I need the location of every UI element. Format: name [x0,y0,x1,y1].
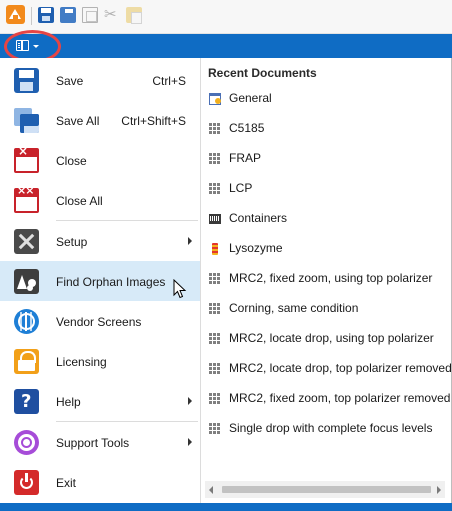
app-logo-icon[interactable] [6,5,25,24]
book-icon [16,40,29,51]
recent-document-label: MRC2, locate drop, top polarizer removed [229,361,452,375]
menu-item-label: Support Tools [56,436,130,450]
power-icon [14,470,39,495]
save-icon[interactable] [38,7,54,23]
menu-item-label: Find Orphan Images [56,275,166,289]
plate-grid-icon [209,423,221,435]
menu-item-setup[interactable]: Setup [0,221,200,261]
application-menu: Save Ctrl+S Save All Ctrl+Shift+S Close … [0,58,452,503]
recent-document-item[interactable]: C5185 [201,114,449,142]
quick-access-toolbar [0,0,452,34]
recent-document-item[interactable]: Corning, same condition [201,294,449,322]
plate-grid-icon [209,333,221,345]
menu-item-label: Setup [56,235,88,249]
save-all-icon [14,108,39,133]
menu-item-shortcut: Ctrl+S [152,74,186,88]
menu-item-label: Exit [56,476,77,490]
menu-item-save[interactable]: Save Ctrl+S [0,60,200,100]
recent-document-label: MRC2, fixed zoom, top polarizer removed [229,391,451,405]
recent-document-item[interactable]: Single drop with complete focus levels [201,414,449,442]
sample-tube-icon [212,243,218,255]
recent-document-label: MRC2, fixed zoom, using top polarizer [229,271,433,285]
recent-document-item[interactable]: Containers [201,204,449,232]
help-icon [14,389,39,414]
menu-item-label: Help [56,395,81,409]
menu-item-label: Save [56,74,84,88]
menu-item-exit[interactable]: Exit [0,462,200,502]
menu-item-close-all[interactable]: Close All [0,180,200,220]
menu-item-help[interactable]: Help [0,381,200,421]
save-all-icon[interactable] [60,7,76,23]
calendar-icon [209,93,221,105]
plate-grid-icon [209,153,221,165]
recent-document-label: LCP [229,181,253,195]
tools-icon [14,229,39,254]
recent-document-item[interactable]: MRC2, locate drop, top polarizer removed [201,354,452,382]
menu-item-label: Close [56,154,87,168]
recent-document-label: Lysozyme [229,241,283,255]
chevron-right-icon [188,438,192,446]
chevron-right-icon [188,397,192,405]
recent-document-item[interactable]: General [201,84,449,112]
recent-document-item[interactable]: LCP [201,174,449,202]
recent-document-label: Single drop with complete focus levels [229,421,433,435]
copy-icon[interactable] [82,7,98,23]
recent-document-item[interactable]: MRC2, fixed zoom, top polarizer removed [201,384,451,412]
menu-item-save-all[interactable]: Save All Ctrl+Shift+S [0,100,200,140]
application-menu-button[interactable] [13,38,43,55]
lock-icon [14,349,39,374]
menu-commands: Save Ctrl+S Save All Ctrl+Shift+S Close … [0,58,201,503]
menu-item-label: Licensing [56,355,107,369]
horizontal-scrollbar[interactable] [205,481,445,498]
close-document-icon [14,144,39,173]
menu-item-shortcut: Ctrl+Shift+S [121,114,186,128]
recent-document-label: FRAP [229,151,262,165]
plate-grid-icon [209,273,221,285]
menu-item-label: Vendor Screens [56,315,142,329]
recent-documents-panel: Recent Documents General C5185 FRAP LCP … [201,58,452,503]
plate-grid-icon [209,393,221,405]
close-all-icon [14,184,39,213]
status-strip [0,503,452,511]
menu-item-vendor-screens[interactable]: Vendor Screens [0,301,200,341]
menu-item-licensing[interactable]: Licensing [0,341,200,381]
paste-icon[interactable] [126,7,142,24]
plate-grid-icon [209,363,221,375]
globe-icon [14,309,39,334]
cut-icon[interactable] [104,5,120,23]
scrollbar-thumb[interactable] [222,486,431,493]
recent-document-label: General [229,91,272,105]
toolbar-separator [31,7,32,25]
lifebuoy-icon [14,430,39,455]
chevron-down-icon [33,45,39,48]
chevron-right-icon [188,237,192,245]
recent-document-label: C5185 [229,121,265,135]
save-icon [14,68,39,93]
recent-document-label: Corning, same condition [229,301,359,315]
recent-document-item[interactable]: FRAP [201,144,449,172]
recent-document-label: MRC2, locate drop, using top polarizer [229,331,434,345]
recent-document-item[interactable]: Lysozyme [201,234,449,262]
plate-grid-icon [209,183,221,195]
menu-item-find-orphan-images[interactable]: Find Orphan Images [0,261,200,301]
recent-document-item[interactable]: MRC2, fixed zoom, using top polarizer [201,264,449,292]
menu-item-close[interactable]: Close [0,140,200,180]
plate-grid-icon [209,303,221,315]
ribbon-bar [0,34,452,58]
recent-document-item[interactable]: MRC2, locate drop, using top polarizer [201,324,449,352]
scroll-left-icon[interactable] [209,486,213,494]
plate-grid-icon [209,123,221,135]
menu-item-label: Save All [56,114,100,128]
scroll-right-icon[interactable] [437,486,441,494]
menu-item-label: Close All [56,194,103,208]
recent-documents-title: Recent Documents [208,66,317,80]
orphan-images-icon [14,269,39,294]
containers-icon [209,214,221,224]
menu-item-support-tools[interactable]: Support Tools [0,422,200,462]
recent-document-label: Containers [229,211,288,225]
